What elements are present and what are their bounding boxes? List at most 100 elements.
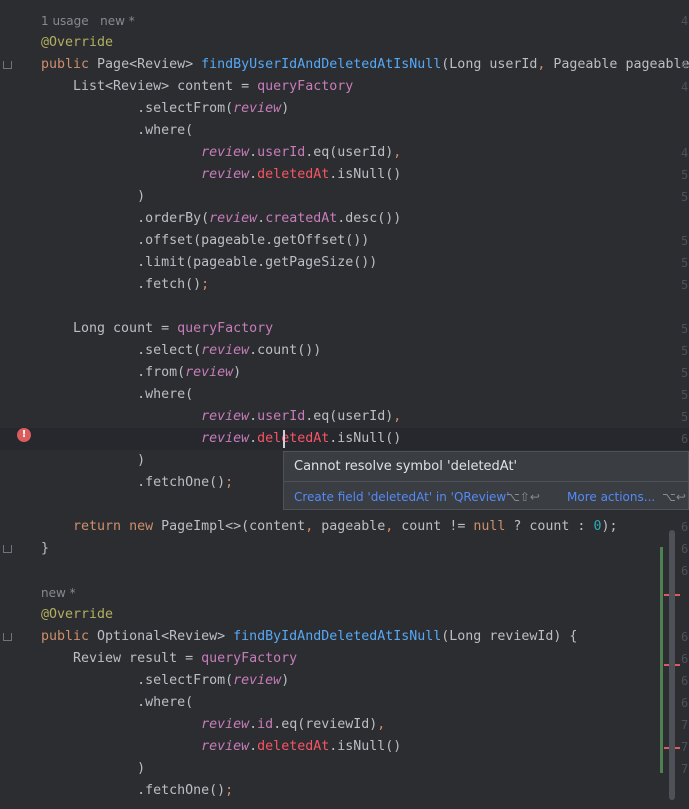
code-line-content: .fetchOne(); [41, 472, 233, 494]
code-token: count != [401, 519, 474, 534]
code-line-content: ) [41, 758, 145, 780]
line-number: 6 [681, 674, 689, 688]
code-token: review [209, 211, 258, 226]
code-line[interactable]: .from(review) [0, 362, 689, 384]
code-line-content: .limit(pageable.getPageSize()) [41, 252, 377, 274]
code-line[interactable]: @Override [0, 604, 689, 626]
code-line-content: Review result = queryFactory [41, 648, 297, 670]
line-number: 5 [681, 322, 689, 336]
code-line-content: review.userId.eq(userId), [41, 142, 401, 164]
vcs-change-bar[interactable] [660, 547, 663, 773]
code-line-content: @Override [41, 32, 113, 54]
line-number: 5 [681, 366, 689, 380]
code-line[interactable]: .selectFrom(review) [0, 670, 689, 692]
code-line-content: .selectFrom(review) [41, 98, 289, 120]
code-token: .isNull() [329, 167, 402, 182]
code-line[interactable]: public Page<Review> findByUserIdAndDelet… [0, 54, 689, 76]
line-number: 5 [681, 278, 689, 292]
code-line-content: review.id.eq(reviewId), [41, 714, 385, 736]
create-field-action-link[interactable]: Create field 'deletedAt' in 'QReview' [294, 490, 510, 504]
code-token: .selectFrom( [41, 101, 234, 116]
code-token: .offset(pageable.getOffset()) [41, 233, 370, 248]
code-token: , [305, 519, 322, 534]
inlay-hint[interactable]: new * [0, 582, 689, 604]
line-number: 6 [681, 564, 689, 578]
inlay-hint[interactable]: 1 usage new * [0, 10, 689, 32]
code-lines[interactable]: 1 usage new * @Override public Page<Review… [0, 0, 689, 809]
line-number: 7 [681, 740, 689, 754]
line-number: 4 [681, 146, 689, 160]
code-line[interactable]: review.deletedAt.isNull() [0, 428, 689, 450]
code-line-content: ) [41, 186, 145, 208]
code-line[interactable]: } [0, 538, 689, 560]
code-line[interactable]: return new PageImpl<>(content, pageable,… [0, 516, 689, 538]
fold-marker-icon[interactable] [3, 633, 12, 641]
code-line[interactable]: .selectFrom(review) [0, 98, 689, 120]
code-token: .limit(pageable.getPageSize()) [41, 255, 378, 270]
code-line[interactable]: .where( [0, 384, 689, 406]
error-bulb-icon[interactable]: ! [17, 428, 31, 442]
line-number [681, 32, 689, 54]
code-line-content: .where( [41, 384, 193, 406]
code-token: .desc()) [337, 211, 402, 226]
code-line[interactable]: .fetch(); [0, 274, 689, 296]
fold-marker-icon[interactable] [3, 61, 12, 69]
code-line[interactable]: public Optional<Review> findByIdAndDelet… [0, 626, 689, 648]
code-line[interactable]: review.userId.eq(userId), [0, 406, 689, 428]
code-line-content: .where( [41, 692, 193, 714]
code-line[interactable]: .offset(pageable.getOffset()) [0, 230, 689, 252]
code-line[interactable]: .where( [0, 692, 689, 714]
code-line-content: .where( [41, 120, 193, 142]
text-caret [283, 430, 285, 448]
popup-divider [284, 481, 688, 482]
code-line[interactable] [0, 296, 689, 318]
code-line-content: @Override [41, 604, 113, 626]
line-number: 6 [681, 652, 689, 666]
code-line[interactable]: Review result = queryFactory [0, 648, 689, 670]
code-token: Optional<Review> [97, 629, 234, 644]
code-token: deletedAt [257, 431, 330, 446]
code-line[interactable]: review.id.eq(reviewId), [0, 714, 689, 736]
code-token: queryFactory [257, 79, 354, 94]
code-line-content: .fetchOne(); [41, 780, 233, 802]
code-line[interactable]: review.deletedAt.isNull() [0, 164, 689, 186]
fold-marker-icon[interactable] [3, 545, 12, 553]
code-line[interactable]: ) [0, 758, 689, 780]
code-token: ) [41, 189, 146, 204]
line-number [681, 604, 689, 626]
code-line[interactable]: List<Review> content = queryFactory [0, 76, 689, 98]
code-line[interactable]: .orderBy(review.createdAt.desc()) [0, 208, 689, 230]
code-token: queryFactory [201, 651, 298, 666]
code-token: ) [233, 365, 242, 380]
code-line[interactable]: Long count = queryFactory [0, 318, 689, 340]
line-number: 7 [681, 762, 689, 776]
code-line[interactable]: .select(review.count()) [0, 340, 689, 362]
code-line[interactable]: .fetchOne(); [0, 780, 689, 802]
code-token: ? count : [513, 519, 594, 534]
code-line[interactable]: @Override [0, 32, 689, 54]
code-token: (Long reviewId) { [441, 629, 578, 644]
vertical-scrollbar[interactable] [669, 530, 675, 800]
code-token: review [201, 145, 250, 160]
code-line-content: new * [41, 586, 76, 600]
code-token: review [201, 739, 250, 754]
code-line-content: .orderBy(review.createdAt.desc()) [41, 208, 401, 230]
code-line[interactable]: ) [0, 186, 689, 208]
code-token: .select( [41, 343, 202, 358]
code-line-content: .from(review) [41, 362, 241, 384]
code-line[interactable]: review.userId.eq(userId), [0, 142, 689, 164]
line-number: 6 [681, 696, 689, 710]
code-line-content: public Page<Review> findByUserIdAndDelet… [41, 54, 689, 76]
line-number: 7 [681, 718, 689, 732]
code-token: ) [281, 673, 290, 688]
code-editor[interactable]: 1 usage new * @Override public Page<Review… [0, 0, 689, 809]
code-line-content: public Optional<Review> findByIdAndDelet… [41, 626, 577, 648]
code-line[interactable] [0, 560, 689, 582]
code-line[interactable]: .where( [0, 120, 689, 142]
code-line-content: .selectFrom(review) [41, 670, 289, 692]
code-line[interactable]: .limit(pageable.getPageSize()) [0, 252, 689, 274]
code-line[interactable]: review.deletedAt.isNull() [0, 736, 689, 758]
code-token: , [393, 145, 402, 160]
more-actions-link[interactable]: More actions... [567, 490, 655, 504]
line-number: 5 [681, 388, 689, 402]
